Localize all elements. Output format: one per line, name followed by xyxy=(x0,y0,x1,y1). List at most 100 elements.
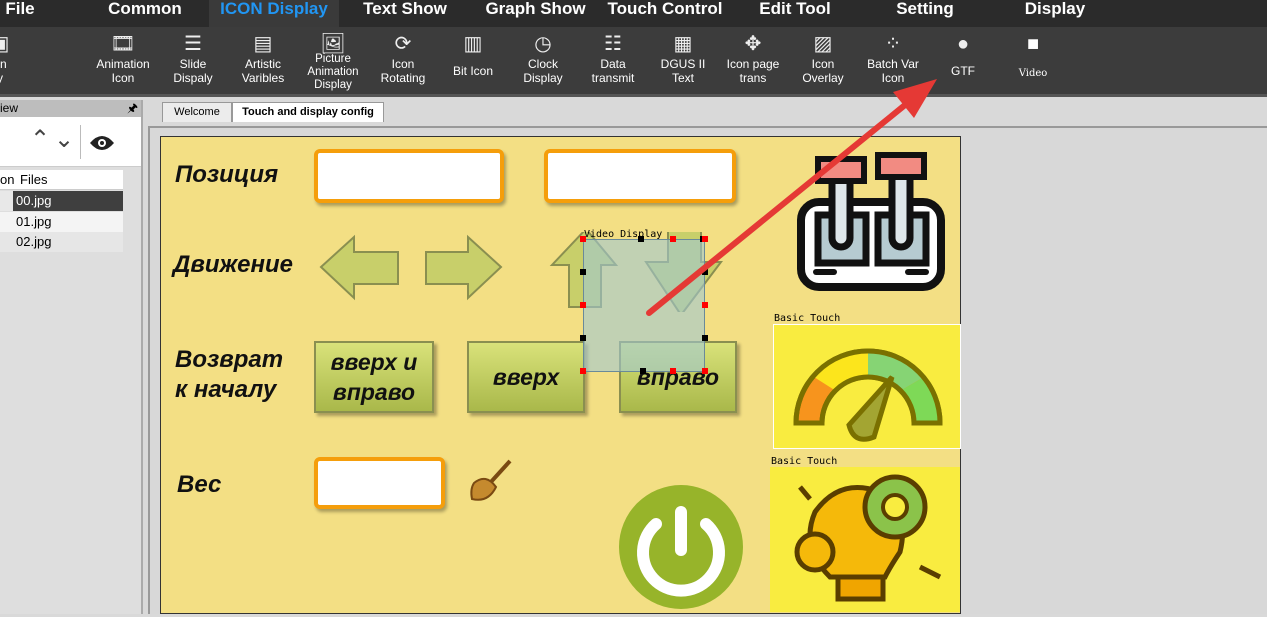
tool-label: on y xyxy=(0,57,7,85)
overlay-icon: ▨ xyxy=(813,33,833,55)
table-row[interactable]: 00.jpg xyxy=(0,191,123,211)
tool-label: Batch Var Icon xyxy=(867,57,919,85)
panel-tools: ⌃ ⌄ xyxy=(0,117,141,167)
menu-icon-display[interactable]: ICON Display xyxy=(209,0,339,27)
resize-handle[interactable] xyxy=(670,236,676,242)
tool-icon-page-trans[interactable]: ✥ Icon page trans xyxy=(718,31,788,95)
tool-label: DGUS II Text xyxy=(660,57,706,85)
label-position: Позиция xyxy=(175,161,279,188)
left-panel: iew 🖈 ⌃ ⌄ on Files 00.jpg 01.jpg 02.jpg xyxy=(0,100,143,614)
resize-handle[interactable] xyxy=(580,269,586,275)
basic-touch-idea[interactable] xyxy=(770,467,960,612)
label-movement: Движение xyxy=(173,251,294,278)
menu-file[interactable]: File xyxy=(0,0,40,27)
touch-caption-1: Basic Touch xyxy=(774,313,841,324)
tool-clock-display[interactable]: ◷ Clock Display xyxy=(508,31,578,95)
tool-label: Icon Rotating xyxy=(380,57,426,85)
film-icon: 🎞 xyxy=(110,33,136,55)
arrow-left-icon xyxy=(319,234,399,301)
icon-display-icon: ▣ xyxy=(0,31,35,57)
position-y-input[interactable] xyxy=(544,149,736,203)
basic-touch-gauge[interactable] xyxy=(773,324,961,449)
resize-handle[interactable] xyxy=(702,269,708,275)
divider xyxy=(80,125,81,159)
tool-label: Video xyxy=(1018,68,1048,79)
menu-touch-control[interactable]: Touch Control xyxy=(600,0,730,27)
tool-data-transmit[interactable]: ☷ Data transmit xyxy=(578,31,648,95)
table-header: on Files xyxy=(0,170,123,190)
tool-label: GTF xyxy=(951,64,975,78)
tab-touch-display-config[interactable]: Touch and display config xyxy=(232,102,384,122)
column-header: on xyxy=(0,172,15,187)
tool-video[interactable]: ■ Video xyxy=(998,31,1068,95)
resize-handle[interactable] xyxy=(580,335,586,341)
design-page: Позиция Движение Возврат к началу вверх и… xyxy=(160,136,961,614)
txt-file-icon: ▦ xyxy=(673,33,693,55)
tool-picture-animation-display[interactable]: 🖼 Picture Animation Display xyxy=(298,31,368,95)
resize-handle[interactable] xyxy=(640,368,646,374)
sliders-icon: ☰ xyxy=(184,33,202,55)
control-panel-icon xyxy=(797,152,945,291)
tool-icon-overlay[interactable]: ▨ Icon Overlay xyxy=(788,31,858,95)
resize-handle[interactable] xyxy=(638,236,644,242)
move-up-icon[interactable]: ⌃ xyxy=(30,125,50,154)
menu-edit-tool[interactable]: Edit Tool xyxy=(750,0,840,27)
up-button[interactable]: вверх xyxy=(467,341,585,413)
power-button[interactable] xyxy=(616,482,746,612)
batch-icon: ⁘ xyxy=(884,33,902,55)
resize-handle[interactable] xyxy=(670,368,676,374)
resize-handle[interactable] xyxy=(580,236,586,242)
toolbar: ▣on y🎞Animation Icon☰Slide Dispaly▤Artis… xyxy=(0,27,1267,97)
label-weight: Вес xyxy=(177,471,222,498)
menu-graph-show[interactable]: Graph Show xyxy=(478,0,593,27)
resize-handle[interactable] xyxy=(702,302,708,308)
binary-icon: ▥ xyxy=(463,33,483,55)
tool-animation-icon[interactable]: 🎞 Animation Icon xyxy=(88,31,158,95)
touch-caption-2: Basic Touch xyxy=(771,456,838,467)
tool-label: Bit Icon xyxy=(452,64,494,78)
tool-slide-dispaly[interactable]: ☰ Slide Dispaly xyxy=(158,31,228,95)
table-row[interactable]: 02.jpg xyxy=(0,232,123,252)
tool-bit-icon[interactable]: ▥ Bit Icon xyxy=(438,31,508,95)
tool-label: Slide Dispaly xyxy=(173,57,213,85)
resize-handle[interactable] xyxy=(702,335,708,341)
column-header-files[interactable]: Files xyxy=(20,170,47,190)
panel-title: iew xyxy=(0,101,19,115)
eye-icon[interactable] xyxy=(89,134,115,152)
tool-on-y[interactable]: ▣on y xyxy=(0,31,35,95)
video-display-widget[interactable] xyxy=(583,239,705,372)
table-row[interactable]: 01.jpg xyxy=(0,212,123,232)
tool-gtf[interactable]: ● GTF xyxy=(928,31,998,95)
position-x-input[interactable] xyxy=(314,149,504,203)
panel-header: iew 🖈 xyxy=(0,100,141,117)
clock-icon: ◷ xyxy=(534,33,552,55)
resize-handle[interactable] xyxy=(580,368,586,374)
tool-label: Icon page trans xyxy=(726,57,780,85)
tool-label: Icon Overlay xyxy=(802,57,844,85)
move-icon: ✥ xyxy=(744,33,762,55)
resize-handle[interactable] xyxy=(580,302,586,308)
tool-artistic-varibles[interactable]: ▤ Artistic Varibles xyxy=(228,31,298,95)
tool-dgus-ii-text[interactable]: ▦ DGUS II Text xyxy=(648,31,718,95)
menu-setting[interactable]: Setting xyxy=(885,0,965,27)
pin-icon[interactable]: 🖈 xyxy=(127,100,138,117)
tool-label: Picture Animation Display xyxy=(307,53,359,91)
tool-label: Animation Icon xyxy=(96,57,150,85)
tool-icon-rotating[interactable]: ⟳ Icon Rotating xyxy=(368,31,438,95)
rotate-icon: ⟳ xyxy=(394,33,412,55)
up-right-button[interactable]: вверх и вправо xyxy=(314,341,434,413)
menu-common[interactable]: Common xyxy=(95,0,195,27)
weight-input[interactable] xyxy=(314,457,445,509)
tool-label: Artistic Varibles xyxy=(241,57,285,85)
menu-display[interactable]: Display xyxy=(1015,0,1095,27)
gtf-icon: ● xyxy=(956,33,970,55)
resize-handle[interactable] xyxy=(702,236,708,242)
menu-text-show[interactable]: Text Show xyxy=(355,0,455,27)
resize-handle[interactable] xyxy=(702,368,708,374)
tab-welcome[interactable]: Welcome xyxy=(162,102,232,122)
gauge-icon xyxy=(793,348,943,442)
tool-batch-var-icon[interactable]: ⁘ Batch Var Icon xyxy=(858,31,928,95)
broom-icon[interactable] xyxy=(466,459,516,505)
move-down-icon[interactable]: ⌄ xyxy=(54,125,74,154)
label-return: Возврат к началу xyxy=(175,346,284,403)
